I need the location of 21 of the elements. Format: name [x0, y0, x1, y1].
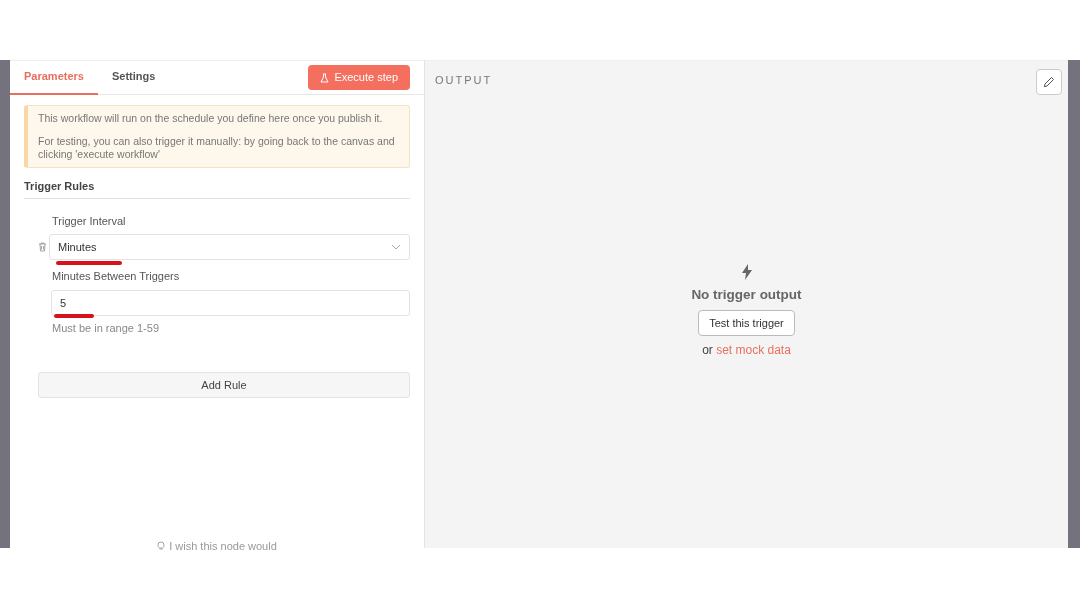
number-field[interactable]: 5 [51, 289, 410, 316]
empty-state-title: No trigger output [691, 285, 802, 304]
edit-button[interactable] [1036, 69, 1062, 95]
section-title: Trigger Rules [24, 178, 410, 199]
select-field[interactable]: Minutes [49, 234, 410, 261]
chevron-down-icon [391, 244, 401, 251]
lightbulb-icon [157, 540, 166, 551]
field-label: Trigger Interval [52, 213, 127, 229]
lightning-icon [740, 263, 753, 280]
test-trigger-button[interactable]: Test this trigger [698, 309, 795, 337]
panel-title: OUTPUT [435, 73, 493, 88]
field-label: Minutes Between Triggers [52, 269, 181, 285]
pencil-icon [1043, 76, 1055, 88]
tab[interactable]: Settings [97, 60, 170, 95]
notice-text: This workflow will run on the schedule you define here once you publish it. [38, 112, 384, 126]
flask-icon [320, 72, 330, 83]
annotation-underline [56, 260, 122, 267]
notice-text: For testing, you can also trigger it manually: by going back to the canvas and clicking 'execute workflow' [38, 135, 396, 162]
or-text: or [702, 343, 713, 358]
hint-text: Must be in range 1-59 [52, 320, 160, 336]
add-rule-button[interactable]: Add Rule [38, 372, 410, 399]
